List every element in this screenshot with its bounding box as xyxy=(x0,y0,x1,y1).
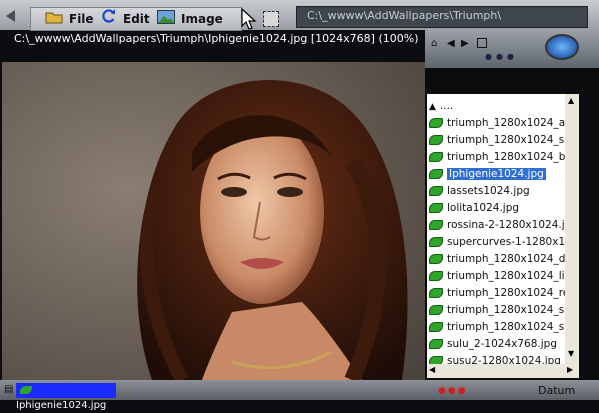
file-name: Iphigenie1024.jpg xyxy=(447,168,546,180)
image-preview[interactable] xyxy=(2,62,425,380)
edit-menu-label: Edit xyxy=(123,12,150,26)
parent-label: .... xyxy=(439,100,454,112)
file-name: supercurves-1-1280x10 xyxy=(447,236,565,248)
leaf-icon xyxy=(429,339,443,349)
back-arrow-icon[interactable] xyxy=(6,10,15,22)
back-icon[interactable]: ◀ xyxy=(447,38,455,49)
stop-icon[interactable] xyxy=(477,38,487,48)
list-item[interactable]: susu2-1280x1024.jpg xyxy=(427,353,565,364)
current-file-name: Iphigenie1024.jpg xyxy=(16,400,107,411)
image-menu-label: Image xyxy=(181,12,223,26)
scroll-left-icon[interactable]: ◀ xyxy=(429,365,435,374)
browser-toolbar: ⌂ ◀ ▶ ●●● xyxy=(425,30,599,68)
leaf-icon xyxy=(429,220,443,230)
leaf-icon xyxy=(429,203,443,213)
path-text: C:\_wwww\AddWallpapers\Triumph\ xyxy=(307,9,502,22)
image-info-title: C:\_wwww\AddWallpapers\Triumph\Iphigenie… xyxy=(14,32,419,45)
file-name: triumph_1280x1024_amo xyxy=(447,117,565,129)
landscape-image-icon xyxy=(157,9,175,31)
top-toolbar: File Edit Image C:\_wwww\AddWallpapers\T… xyxy=(0,0,599,31)
horizontal-scrollbar[interactable]: ◀ ▶ xyxy=(427,364,579,378)
scroll-up-icon[interactable]: ▲ xyxy=(568,96,574,105)
leaf-icon xyxy=(429,288,443,298)
file-menu-button[interactable]: File xyxy=(45,8,94,30)
file-name: triumph_1280x1024_ligh xyxy=(447,270,565,282)
current-file-badge: Iphigenie1024.jpg xyxy=(16,383,116,411)
leaf-icon xyxy=(429,305,443,315)
home-icon[interactable]: ⌂ xyxy=(431,38,437,49)
leaf-icon xyxy=(429,118,443,128)
file-name: triumph_1280x1024_bee xyxy=(447,151,565,163)
refresh-icon xyxy=(101,8,117,31)
list-item[interactable]: rossina-2-1280x1024.jpg xyxy=(427,217,565,234)
list-item[interactable]: supercurves-1-1280x10 xyxy=(427,234,565,251)
file-list[interactable]: ▲.... triumph_1280x1024_amo triumph_1280x… xyxy=(427,94,565,364)
leaf-icon xyxy=(429,186,443,196)
file-name: lassets1024.jpg xyxy=(447,185,530,197)
list-item[interactable]: triumph_1280x1024_bee xyxy=(427,149,565,166)
sort-by-label[interactable]: Datum xyxy=(538,384,575,397)
vertical-scrollbar[interactable]: ▲ ▼ xyxy=(565,94,579,364)
file-name: sulu_2-1024x768.jpg xyxy=(447,338,557,350)
list-item[interactable]: triumph_1280x1024_diva xyxy=(427,251,565,268)
file-menu-label: File xyxy=(69,12,94,26)
list-item[interactable]: lassets1024.jpg xyxy=(427,183,565,200)
list-item[interactable]: triumph_1280x1024_sup xyxy=(427,302,565,319)
leaf-icon xyxy=(429,135,443,145)
selection-tool-icon[interactable] xyxy=(263,11,279,27)
file-name: susu2-1280x1024.jpg xyxy=(447,355,561,364)
file-name: rossina-2-1280x1024.jpg xyxy=(447,219,565,231)
leaf-icon xyxy=(429,356,443,364)
folder-icon xyxy=(45,9,63,31)
path-bar[interactable]: C:\_wwww\AddWallpapers\Triumph\ xyxy=(296,6,588,28)
list-item[interactable]: sulu_2-1024x768.jpg xyxy=(427,336,565,353)
list-item[interactable]: triumph_1280x1024_sup xyxy=(427,319,565,336)
leaf-icon xyxy=(429,271,443,281)
pointer-cursor-icon xyxy=(240,7,258,30)
leaf-icon xyxy=(429,152,443,162)
leaf-icon xyxy=(429,169,443,179)
tool-icons[interactable]: ●●● xyxy=(438,386,468,396)
scroll-right-icon[interactable]: ▶ xyxy=(567,365,573,374)
file-name: triumph_1280x1024_diva xyxy=(447,253,565,265)
leaf-icon xyxy=(429,237,443,247)
list-parent-item[interactable]: ▲.... xyxy=(427,98,565,115)
list-item[interactable]: triumph_1280x1024_amo xyxy=(427,115,565,132)
leaf-icon xyxy=(429,254,443,264)
list-item[interactable]: triumph_1280x1024_sup xyxy=(427,132,565,149)
file-name: triumph_1280x1024_sup xyxy=(447,304,565,316)
image-menu-button[interactable]: Image xyxy=(157,8,223,30)
scroll-down-icon[interactable]: ▼ xyxy=(568,349,574,358)
forward-icon[interactable]: ▶ xyxy=(461,38,469,49)
document-icon: ▤ xyxy=(4,384,14,395)
list-item-selected[interactable]: Iphigenie1024.jpg xyxy=(427,166,565,183)
globe-button-icon[interactable] xyxy=(545,34,579,60)
file-name: lolita1024.jpg xyxy=(447,202,520,214)
menu-bar: File Edit Image xyxy=(30,7,242,31)
edit-menu-button[interactable]: Edit xyxy=(101,8,150,30)
leaf-icon xyxy=(429,322,443,332)
list-item[interactable]: lolita1024.jpg xyxy=(427,200,565,217)
list-item[interactable]: triumph_1280x1024_ligh xyxy=(427,268,565,285)
file-name: triumph_1280x1024_sup xyxy=(447,321,565,333)
leaf-icon xyxy=(20,386,32,394)
file-name: triumph_1280x1024_sup xyxy=(447,134,565,146)
up-arrow-icon: ▲ xyxy=(429,102,436,112)
file-name: triumph_1280x1024_reve xyxy=(447,287,565,299)
list-item[interactable]: triumph_1280x1024_reve xyxy=(427,285,565,302)
view-toggle-icons[interactable]: ●●● xyxy=(485,52,535,64)
